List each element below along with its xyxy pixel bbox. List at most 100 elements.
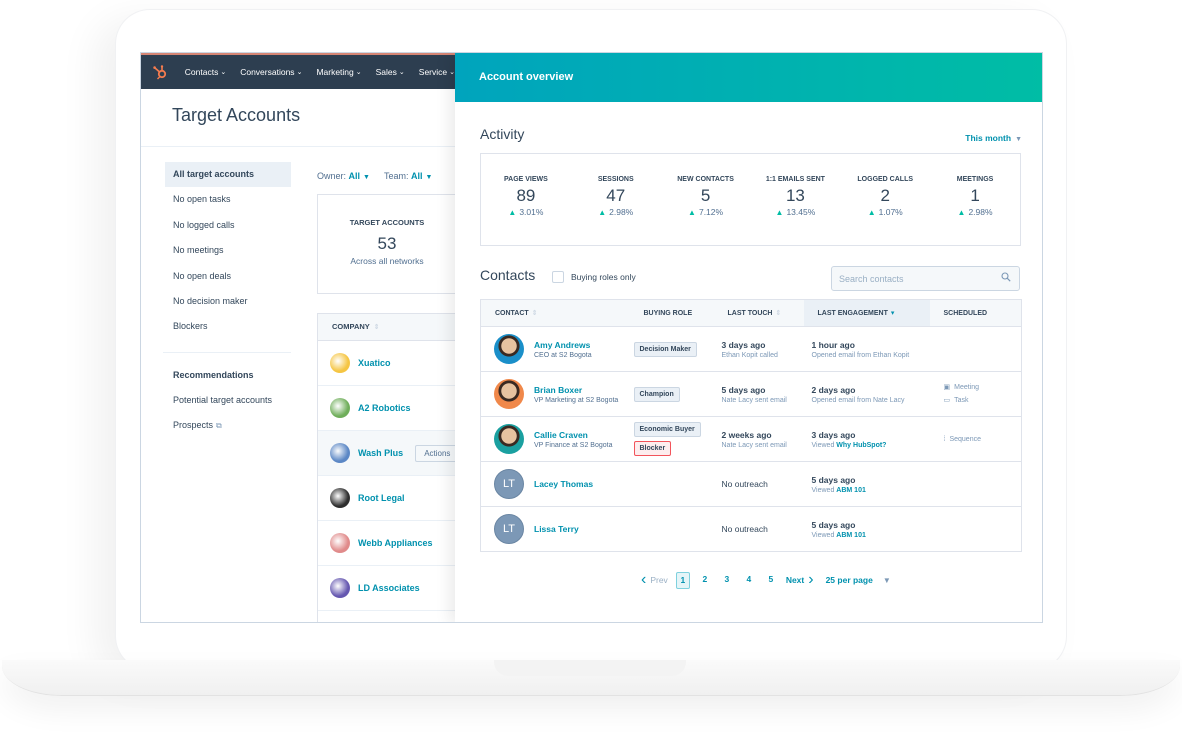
- contact-row: Callie Craven VP Finance at S2 Bogota Econ…: [480, 416, 1022, 462]
- column-last-touch[interactable]: LAST TOUCH ⇕: [713, 299, 804, 327]
- per-page-label: 25 per page: [825, 575, 873, 585]
- contact-name-link[interactable]: Amy Andrews: [534, 340, 592, 350]
- buying-roles-filter[interactable]: Buying roles only: [552, 271, 636, 283]
- last-engagement-cell: 5 days ago Viewed ABM 101: [803, 506, 930, 552]
- prev-button[interactable]: ‹ Prev: [641, 571, 668, 589]
- stat-new-contacts: NEW CONTACTS 5 ▲ 7.12%: [661, 154, 751, 245]
- sort-icon: ⇕: [775, 310, 782, 317]
- company-name-link[interactable]: Webb Appliances: [358, 538, 433, 548]
- sidebar-item[interactable]: No open deals: [165, 264, 291, 289]
- engagement-link[interactable]: ABM 101: [836, 532, 866, 539]
- column-label: LAST ENGAGEMENT: [817, 310, 888, 317]
- sidebar-item[interactable]: Potential target accounts: [165, 388, 291, 413]
- trend-up-icon: ▲: [867, 208, 876, 217]
- stat-change-value: 13.45%: [786, 207, 816, 217]
- nav-item-marketing[interactable]: Marketing ⌄: [316, 67, 361, 77]
- nav-item-contacts[interactable]: Contacts ⌄: [185, 67, 226, 77]
- stat-change-value: 2.98%: [609, 207, 634, 217]
- sidebar-item[interactable]: All target accounts: [165, 162, 291, 188]
- top-navigation: Contacts ⌄ Conversations ⌄ Marketing ⌄ Sales ⌄ S…: [141, 53, 455, 89]
- company-name-link[interactable]: Xuatico: [358, 358, 391, 368]
- nav-label: Contacts: [184, 67, 219, 77]
- search-contacts-input[interactable]: [832, 273, 1001, 284]
- scheduled-cell: [929, 326, 1022, 372]
- company-row[interactable]: Root Legal: [318, 476, 457, 521]
- nav-item-conversations[interactable]: Conversations ⌄: [240, 67, 302, 77]
- avatar: LT: [494, 514, 524, 544]
- caret-down-icon: ▼: [425, 174, 433, 181]
- scheduled-item[interactable]: ▣ Meeting: [944, 381, 1022, 394]
- team-filter[interactable]: Team: All ▼: [384, 171, 432, 181]
- buying-roles-checkbox[interactable]: [552, 271, 564, 283]
- actions-button[interactable]: Actions: [415, 444, 460, 462]
- hubspot-logo-icon[interactable]: [149, 55, 171, 89]
- last-touch-detail: Ethan Kopit called: [721, 351, 778, 359]
- laptop-notch: [494, 660, 686, 676]
- last-touch-cell: No outreach: [713, 461, 804, 507]
- sidebar-item[interactable]: No logged calls: [165, 213, 291, 238]
- chevron-down-icon: ⌄: [220, 69, 227, 76]
- kpi-label: TARGET ACCOUNTS: [349, 218, 425, 227]
- scheduled-cell: [929, 461, 1022, 507]
- app-screen: Contacts ⌄ Conversations ⌄ Marketing ⌄ Sales ⌄ S…: [140, 52, 1043, 623]
- trend-up-icon: ▲: [775, 208, 784, 217]
- page-1-button[interactable]: 1: [675, 571, 690, 589]
- sidebar-item[interactable]: Blockers: [165, 314, 291, 339]
- page-3-button[interactable]: 3: [720, 572, 734, 589]
- engagement-text: Opened email from Nate Lacy: [811, 396, 905, 404]
- company-name-link[interactable]: LD Associates: [358, 583, 420, 593]
- avatar: [494, 424, 524, 454]
- contact-name-link[interactable]: Lissa Terry: [534, 524, 579, 534]
- nav-item-sales[interactable]: Sales ⌄: [376, 67, 405, 77]
- company-row[interactable]: A2 Robotics: [318, 386, 457, 431]
- per-page-dropdown[interactable]: 25 per page ▼: [826, 575, 891, 585]
- last-engagement-cell: 1 hour ago Opened email from Ethan Kopit: [803, 326, 930, 372]
- avatar: [494, 334, 524, 364]
- engagement-link[interactable]: Why HubSpot?: [836, 442, 886, 449]
- external-link-icon: ⧉: [216, 421, 222, 431]
- stat-change: ▲ 7.12%: [661, 207, 751, 217]
- sidebar-item[interactable]: No open tasks: [165, 187, 291, 212]
- company-name-link[interactable]: Root Legal: [358, 493, 405, 503]
- search-icon[interactable]: [1001, 272, 1019, 285]
- nav-item-service[interactable]: Service ⌄: [419, 67, 455, 77]
- sidebar-item[interactable]: No meetings: [165, 238, 291, 263]
- column-last-engagement[interactable]: LAST ENGAGEMENT ▾: [803, 299, 930, 327]
- page-2-button[interactable]: 2: [698, 572, 712, 589]
- scheduled-item[interactable]: ▭ Task: [944, 394, 1022, 407]
- company-row[interactable]: Wash Plus Actions: [318, 431, 460, 476]
- contact-name-link[interactable]: Lacey Thomas: [534, 479, 593, 489]
- activity-heading: Activity: [480, 126, 525, 142]
- company-row[interactable]: Xuatico: [318, 341, 457, 386]
- company-column-header[interactable]: COMPANY ⇕: [318, 313, 457, 341]
- stat-value: 13: [785, 186, 805, 205]
- scheduled-label: Meeting: [954, 384, 980, 391]
- next-button[interactable]: Next ›: [786, 571, 814, 589]
- page-5-button[interactable]: 5: [764, 572, 778, 589]
- recommendations-heading: Recommendations: [173, 369, 254, 380]
- engagement-link[interactable]: ABM 101: [836, 487, 866, 494]
- scheduled-item[interactable]: ⁞ Sequence: [944, 433, 1022, 446]
- stat-meetings: MEETINGS 1 ▲ 2.98%: [930, 154, 1020, 245]
- contact-name-link[interactable]: Callie Craven: [534, 430, 612, 440]
- sidebar-item[interactable]: No decision maker: [165, 289, 291, 314]
- company-name-link[interactable]: A2 Robotics: [358, 403, 411, 413]
- contact-name-link[interactable]: Brian Boxer: [534, 385, 618, 395]
- sidebar-item[interactable]: Prospects ⧉: [165, 413, 291, 438]
- company-name-link[interactable]: Wash Plus: [358, 448, 403, 458]
- period-dropdown[interactable]: This month ▼: [965, 133, 1022, 143]
- company-row[interactable]: LD Associates: [318, 566, 457, 611]
- company-row[interactable]: Webb Appliances: [318, 521, 457, 566]
- chevron-left-icon: ‹: [641, 571, 647, 588]
- contact-row: Brian Boxer VP Marketing at S2 Bogota Cham…: [480, 371, 1022, 417]
- last-engagement-cell: 2 days ago Opened email from Nate Lacy: [803, 371, 930, 417]
- page-4-button[interactable]: 4: [742, 572, 756, 589]
- column-contact[interactable]: CONTACT ⇕: [480, 299, 630, 327]
- stat-sessions: SESSIONS 47 ▲ 2.98%: [571, 154, 661, 245]
- trend-up-icon: ▲: [688, 208, 696, 217]
- sidebar-item-label: Prospects: [173, 420, 214, 431]
- trend-up-icon: ▲: [598, 208, 607, 217]
- divider: [163, 351, 291, 353]
- sidebar-item-label: Potential target accounts: [173, 394, 273, 405]
- owner-filter[interactable]: Owner: All ▼: [317, 171, 370, 181]
